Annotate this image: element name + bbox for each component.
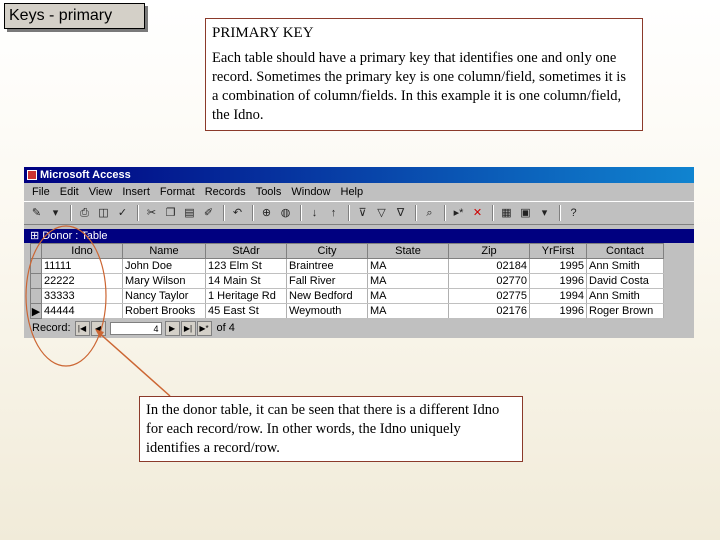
idno-highlight-ellipse [25,225,107,367]
donor-table-body: In the donor table, it can be seen that … [146,402,500,456]
annotation-arrow [97,331,171,397]
donor-table-textbox: In the donor table, it can be seen that … [139,396,523,462]
